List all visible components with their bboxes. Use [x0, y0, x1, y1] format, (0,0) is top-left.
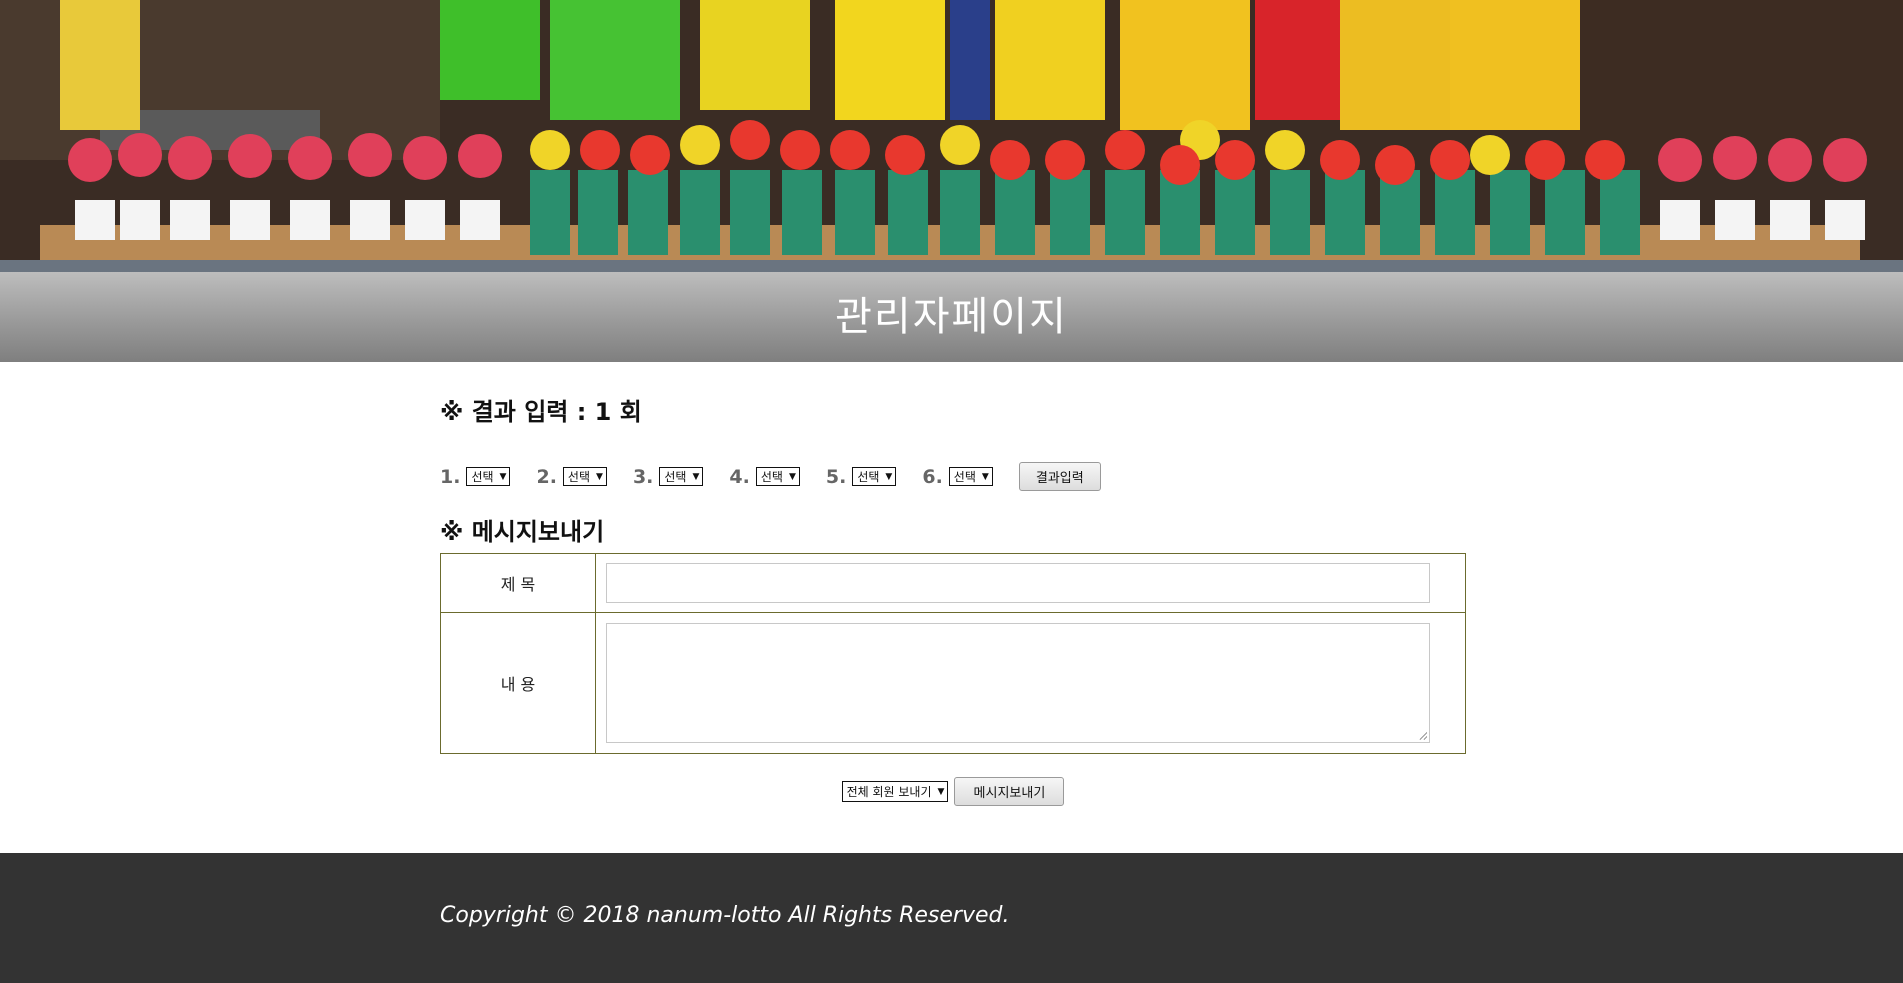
chevron-down-icon: ▼ — [788, 471, 796, 482]
footer: Copyright © 2018 nanum-lotto All Rights … — [0, 853, 1903, 983]
banner-photo — [0, 0, 1903, 272]
resize-grip-icon[interactable] — [1419, 732, 1427, 740]
pick-number: 2. — [536, 465, 557, 488]
pick-select-6[interactable]: 선택 ▼ — [948, 467, 993, 486]
chevron-down-icon: ▼ — [596, 471, 603, 482]
pick-select-5[interactable]: 선택 ▼ — [852, 467, 897, 486]
send-message-heading: ※ 메시지보내기 — [440, 518, 605, 546]
pick-select-3[interactable]: 선택 ▼ — [659, 467, 704, 486]
content-cell — [595, 612, 1466, 754]
pick-2: 2. 선택 ▼ — [536, 465, 607, 488]
recipient-select-value: 전체 회원 보내기 — [846, 785, 932, 799]
pick-select-value: 선택 — [567, 470, 591, 484]
chevron-down-icon: ▼ — [937, 786, 945, 797]
subject-cell — [595, 553, 1466, 613]
send-message-button[interactable]: 메시지보내기 — [954, 777, 1065, 806]
banner-illustration — [0, 0, 1903, 272]
pick-number: 1. — [440, 465, 461, 488]
pick-number: 4. — [729, 465, 750, 488]
pick-select-value: 선택 — [857, 470, 880, 484]
pick-select-value: 선택 — [760, 470, 783, 484]
pick-number: 5. — [825, 465, 847, 488]
content-row: 내 용 — [440, 612, 1466, 754]
send-row: 전체 회원 보내기 ▼ 메시지보내기 — [440, 777, 1466, 806]
pick-select-2[interactable]: 선택 ▼ — [562, 467, 607, 486]
pick-select-value: 선택 — [953, 470, 976, 484]
pick-select-value: 선택 — [664, 470, 687, 484]
content-textarea[interactable] — [606, 623, 1430, 743]
pick-select-4[interactable]: 선택 ▼ — [755, 467, 800, 486]
subject-input[interactable] — [606, 563, 1430, 603]
message-form-table: 제 목 내 용 — [440, 553, 1466, 754]
subject-label: 제 목 — [440, 553, 596, 613]
pick-4: 4. 선택 ▼ — [729, 465, 800, 488]
pick-number: 6. — [922, 465, 943, 488]
chevron-down-icon: ▼ — [499, 471, 507, 482]
submit-result-button[interactable]: 결과입력 — [1018, 462, 1101, 491]
chevron-down-icon: ▼ — [885, 471, 893, 482]
pick-select-value: 선택 — [471, 470, 494, 484]
copyright-text: Copyright © 2018 nanum-lotto All Rights … — [440, 903, 1010, 928]
title-bar: 관리자페이지 — [0, 272, 1903, 362]
content-label: 내 용 — [440, 612, 596, 754]
chevron-down-icon: ▼ — [692, 471, 700, 482]
result-picks-row: 1. 선택 ▼ 2. 선택 ▼ 3. 선택 ▼ 4. 선택 ▼ 5. 선택 ▼ 6. 선택… — [440, 462, 1101, 491]
result-input-heading: ※ 결과 입력 : 1 회 — [440, 398, 642, 426]
page-title: 관리자페이지 — [835, 294, 1068, 340]
pick-select-1[interactable]: 선택 ▼ — [466, 467, 511, 486]
pick-number: 3. — [632, 465, 654, 488]
pick-3: 3. 선택 ▼ — [632, 465, 704, 488]
pick-1: 1. 선택 ▼ — [440, 465, 511, 488]
pick-5: 5. 선택 ▼ — [825, 465, 897, 488]
subject-row: 제 목 — [440, 553, 1466, 613]
pick-6: 6. 선택 ▼ — [922, 465, 993, 488]
recipient-select[interactable]: 전체 회원 보내기 ▼ — [841, 781, 949, 802]
chevron-down-icon: ▼ — [981, 471, 989, 482]
